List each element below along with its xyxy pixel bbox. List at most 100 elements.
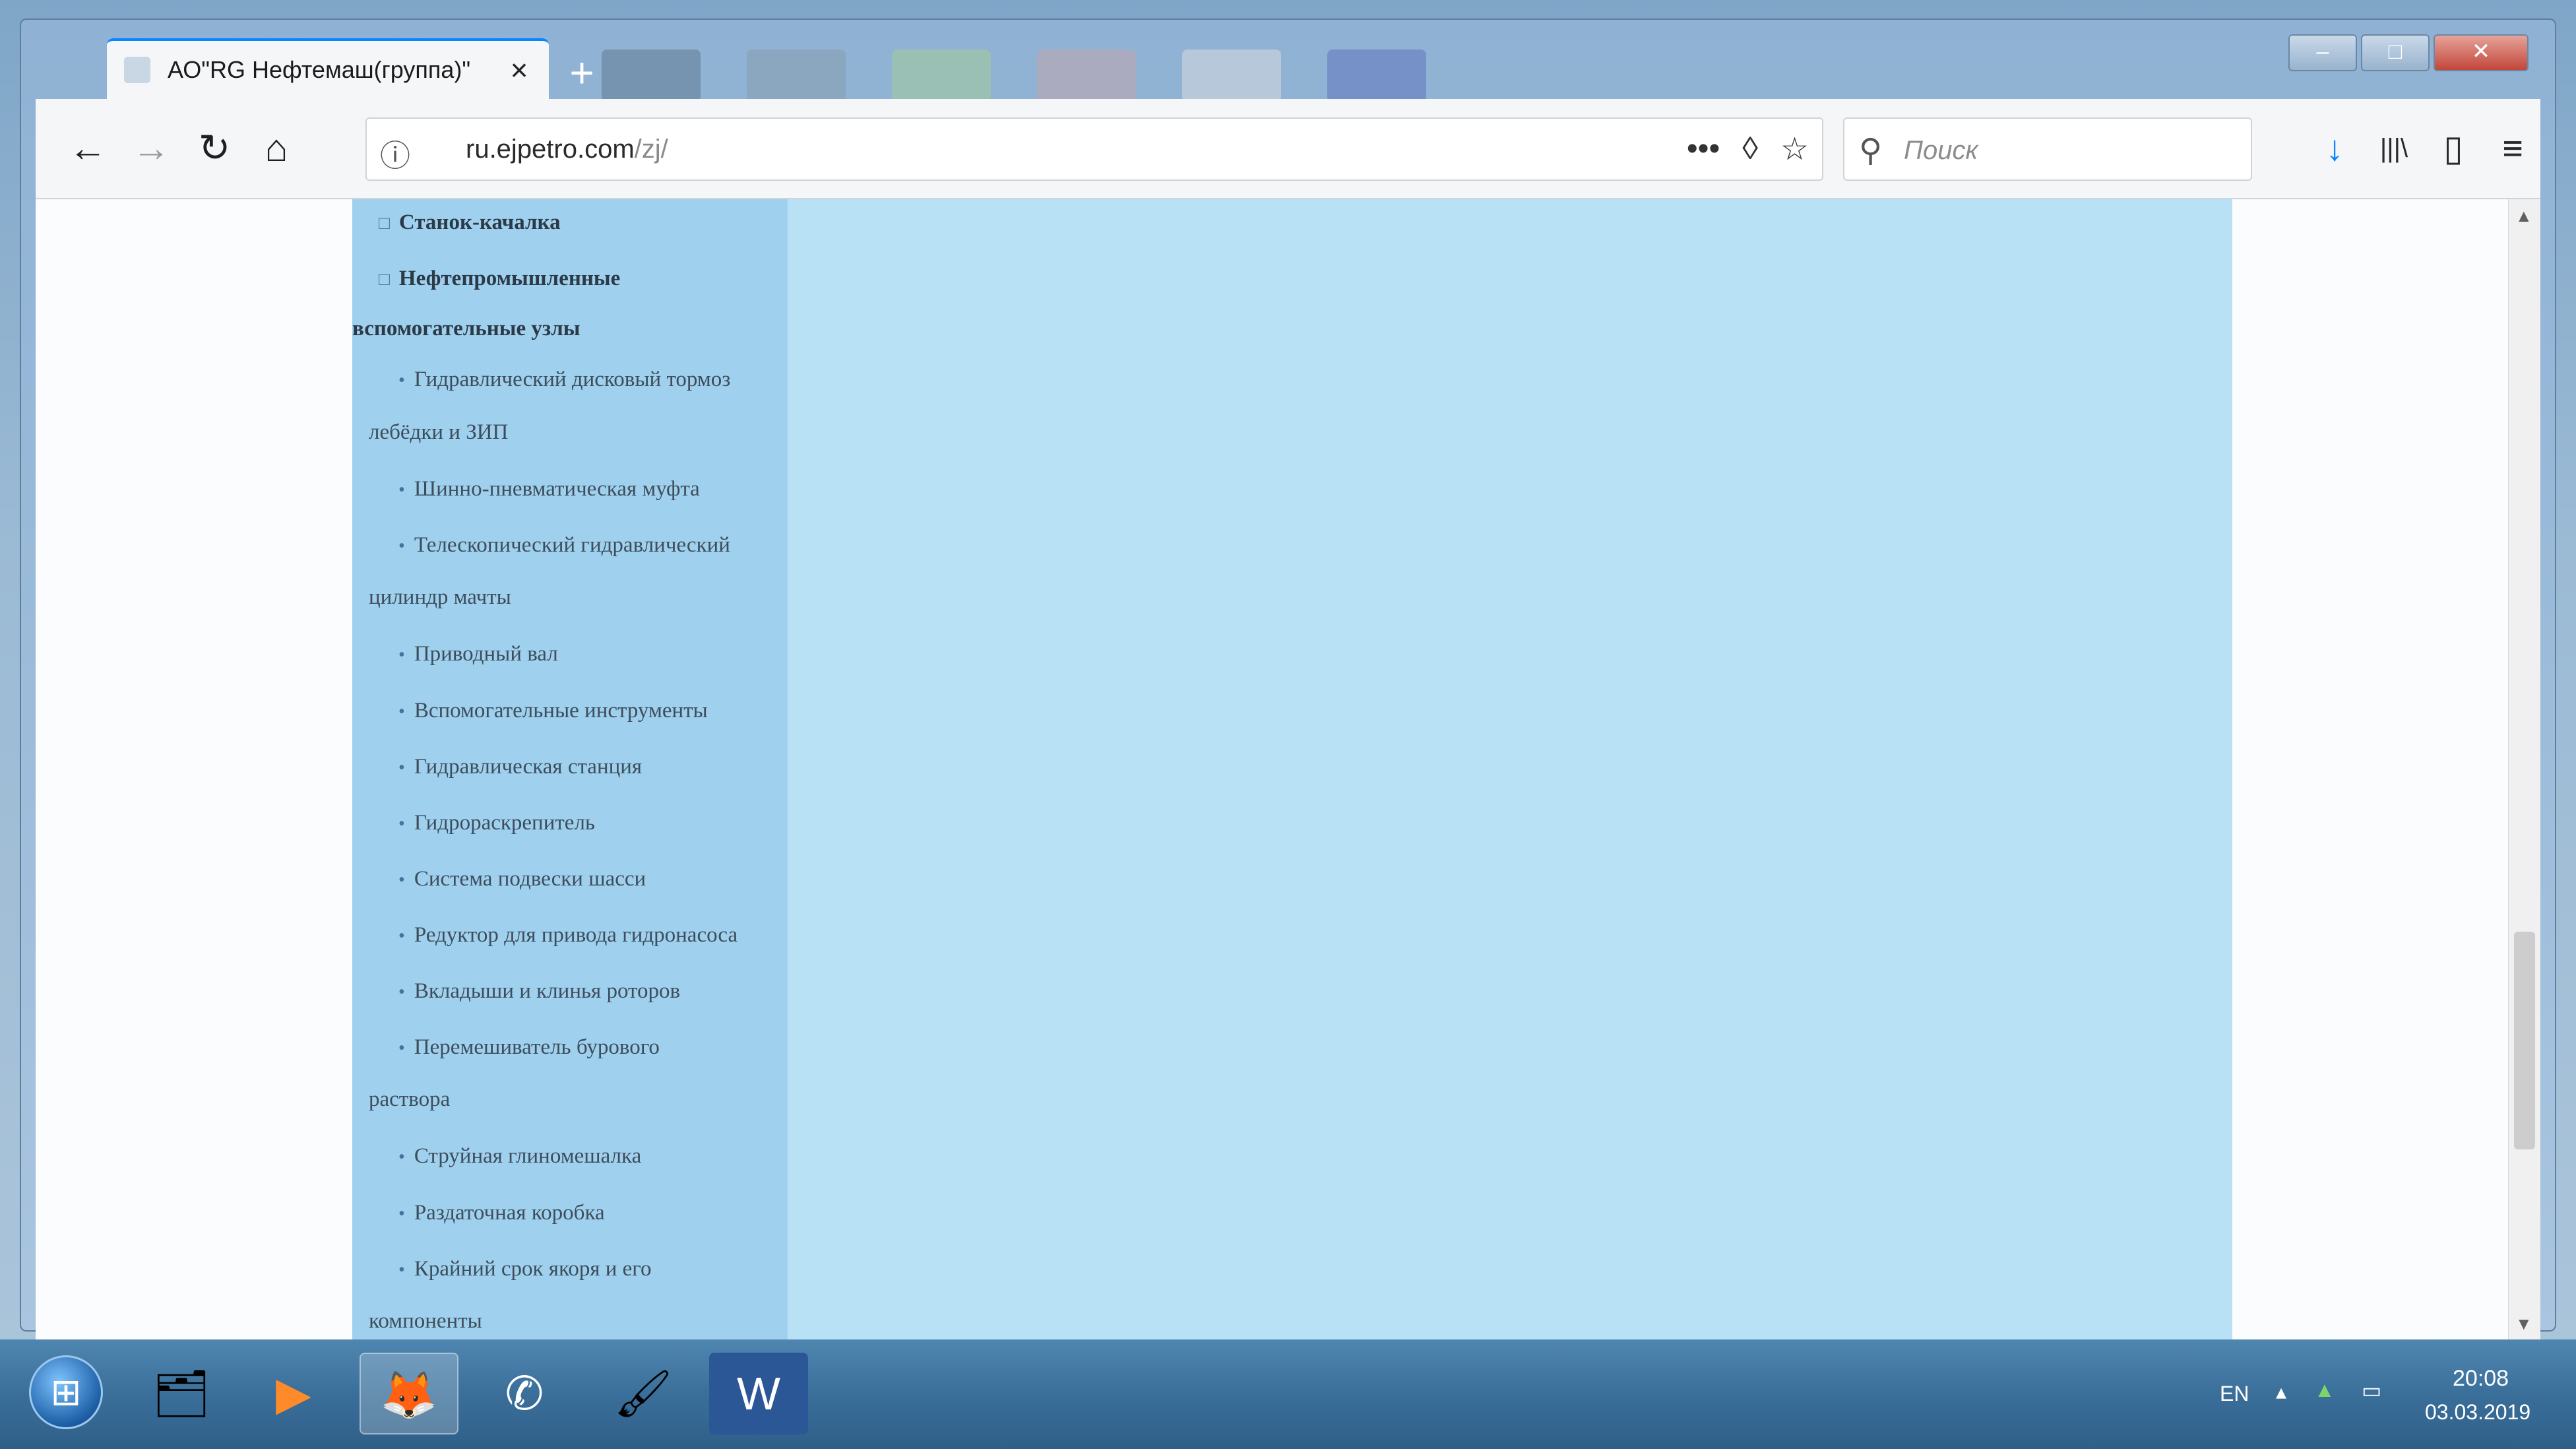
scroll-up-icon[interactable]: ▲ — [2515, 206, 2532, 226]
menu-item[interactable]: • Система подвески шасси — [398, 853, 646, 907]
vertical-scrollbar[interactable]: ▲ ▼ — [2508, 199, 2540, 1341]
viber-icon[interactable]: ✆ — [475, 1353, 574, 1434]
menu-item[interactable]: • Приводный вал — [398, 628, 558, 682]
bullet-icon: • — [398, 926, 405, 946]
menu-item[interactable]: • Вкладыши и клинья роторов — [398, 965, 680, 1019]
background-tab-thumb[interactable] — [747, 49, 846, 102]
pocket-icon[interactable]: ◊ — [1742, 131, 1758, 168]
menu-item-label: Гидравлическая станция — [414, 755, 643, 779]
menu-heading-label: Нефтепромышленные — [398, 267, 621, 290]
url-actions: ••• ◊ ☆ — [1687, 131, 1809, 168]
tab-active[interactable]: АО"RG Нефтемаш(группа)" × — [107, 38, 549, 99]
url-host: ru.ejpetro.com — [466, 135, 635, 164]
title-bar: АО"RG Нефтемаш(группа)" × + – □ ✕ — [21, 20, 2555, 102]
background-tab-thumb[interactable] — [1327, 49, 1426, 102]
page-actions-icon[interactable]: ••• — [1687, 131, 1720, 168]
menu-item-continuation[interactable]: цилиндр мачты — [369, 585, 511, 610]
menu-item-label: Приводный вал — [414, 642, 558, 666]
window-controls: – □ ✕ — [2288, 34, 2529, 71]
menu-heading[interactable]: □ Станок-качалка — [379, 199, 561, 250]
action-center-icon[interactable]: ▭ — [2362, 1378, 2381, 1403]
bullet-icon: • — [398, 1038, 405, 1058]
bullet-icon: • — [398, 536, 405, 556]
scroll-thumb[interactable] — [2514, 932, 2535, 1149]
menu-item[interactable]: • Вспомогательные инструменты — [398, 684, 708, 738]
library-icon[interactable]: |||\ — [2371, 125, 2417, 172]
clock-date[interactable]: 03.03.2019 — [2425, 1400, 2530, 1425]
start-button[interactable]: ⊞ — [29, 1355, 103, 1429]
menu-item[interactable]: • Телескопический гидравлический — [398, 519, 730, 573]
menu-item[interactable]: • Шинно-пневматическая муфта — [398, 463, 700, 517]
square-bullet-icon: □ — [379, 269, 390, 290]
paint-icon[interactable]: 🖌 — [594, 1353, 693, 1434]
menu-heading[interactable]: □ Нефтепромышленные — [379, 252, 620, 306]
home-icon[interactable]: ⌂ — [253, 125, 299, 172]
menu-item-label: Гидрораскрепитель — [414, 811, 595, 835]
page-left-margin — [36, 199, 352, 1341]
scroll-down-icon[interactable]: ▼ — [2515, 1314, 2532, 1334]
close-tab-icon[interactable]: × — [503, 53, 536, 86]
sidebar-toggle-icon[interactable]: ▯ — [2430, 125, 2476, 172]
favicon-icon — [124, 57, 150, 83]
menu-item[interactable]: • Редуктор для привода гидронасоса — [398, 909, 738, 963]
url-path: /zj/ — [634, 135, 668, 164]
menu-item-continuation[interactable]: компоненты — [369, 1309, 482, 1334]
tray-expand-icon[interactable]: ▴ — [2276, 1379, 2286, 1404]
new-tab-button[interactable]: + — [562, 51, 602, 94]
bullet-icon: • — [398, 370, 405, 391]
menu-item[interactable]: • Струйная глиномешалка — [398, 1130, 641, 1184]
menu-icon[interactable]: ≡ — [2490, 125, 2536, 172]
clock-time[interactable]: 20:08 — [2453, 1366, 2509, 1392]
media-player-icon[interactable]: ▶ — [244, 1353, 343, 1434]
menu-item-label: Гидравлический дисковый тормоз — [414, 368, 731, 391]
word-icon[interactable]: W — [709, 1353, 808, 1434]
browser-window: АО"RG Нефтемаш(группа)" × + – □ ✕ ← → ↻ … — [20, 18, 2556, 1341]
background-tab-thumb[interactable] — [602, 49, 701, 102]
menu-item-continuation[interactable]: лебёдки и ЗИП — [369, 420, 508, 445]
menu-heading-label: Станок-качалка — [398, 210, 561, 234]
file-explorer-icon[interactable]: 🗂 — [132, 1353, 231, 1434]
background-tab-thumb[interactable] — [1182, 49, 1281, 102]
menu-item-label: Редуктор для привода гидронасоса — [414, 923, 738, 947]
menu-item[interactable]: • Гидравлическая станция — [398, 740, 642, 794]
menu-item[interactable]: • Гидрораскрепитель — [398, 796, 595, 851]
bullet-icon: • — [398, 870, 405, 890]
page-right-margin — [2232, 199, 2540, 1341]
square-bullet-icon: □ — [379, 213, 390, 234]
navigation-toolbar: ← → ↻ ⌂ ⓘ ru.ejpetro.com/zj/ ••• ◊ ☆ ⚲ П… — [36, 99, 2540, 199]
menu-item-label: Крайний срок якоря и его — [414, 1257, 652, 1281]
product-menu: □ Станок-качалка □ Нефтепромышленные вспом… — [352, 199, 788, 1341]
network-icon[interactable]: ▲ — [2314, 1378, 2335, 1402]
menu-item-continuation[interactable]: раствора — [369, 1087, 450, 1112]
menu-item[interactable]: • Гидравлический дисковый тормоз — [398, 353, 730, 407]
menu-item-label: Телескопический гидравлический — [414, 533, 730, 557]
language-indicator[interactable]: EN — [2220, 1382, 2249, 1406]
search-input[interactable]: ⚲ Поиск — [1843, 117, 2252, 181]
page-content: □ Станок-качалка □ Нефтепромышленные вспом… — [36, 199, 2540, 1341]
maximize-button[interactable]: □ — [2361, 34, 2430, 71]
bullet-icon: • — [398, 814, 405, 834]
menu-item-label: Перемешиватель бурового — [414, 1035, 660, 1059]
search-placeholder: Поиск — [1904, 136, 1978, 165]
menu-heading-continuation[interactable]: вспомогательные узлы — [352, 317, 580, 341]
forward-icon[interactable]: → — [128, 125, 174, 172]
background-tab-thumb[interactable] — [892, 49, 991, 102]
url-bar[interactable]: ⓘ ru.ejpetro.com/zj/ ••• ◊ ☆ — [365, 117, 1823, 181]
menu-item[interactable]: • Крайний срок якоря и его — [398, 1242, 652, 1297]
firefox-icon[interactable]: 🦊 — [360, 1353, 458, 1434]
taskbar: ⊞ 🗂 ▶ 🦊 ✆ 🖌 W EN ▴ ▲ ▭ 20:08 03.03.2019 — [0, 1339, 2576, 1449]
bookmark-star-icon[interactable]: ☆ — [1780, 131, 1809, 168]
menu-item-label: Шинно-пневматическая муфта — [414, 477, 700, 501]
background-tab-thumb[interactable] — [1037, 49, 1136, 102]
close-window-button[interactable]: ✕ — [2434, 34, 2529, 71]
downloads-icon[interactable]: ↓ — [2311, 125, 2358, 172]
minimize-button[interactable]: – — [2288, 34, 2357, 71]
menu-item[interactable]: • Перемешиватель бурового — [398, 1021, 660, 1075]
reload-icon[interactable]: ↻ — [191, 125, 237, 172]
menu-item-label: Вкладыши и клинья роторов — [414, 979, 681, 1003]
url-text[interactable]: ru.ejpetro.com/zj/ — [466, 135, 668, 164]
back-icon[interactable]: ← — [65, 125, 111, 172]
bullet-icon: • — [398, 1147, 405, 1167]
menu-item[interactable]: • Раздаточная коробка — [398, 1186, 605, 1240]
site-info-icon[interactable]: ⓘ — [380, 132, 410, 176]
